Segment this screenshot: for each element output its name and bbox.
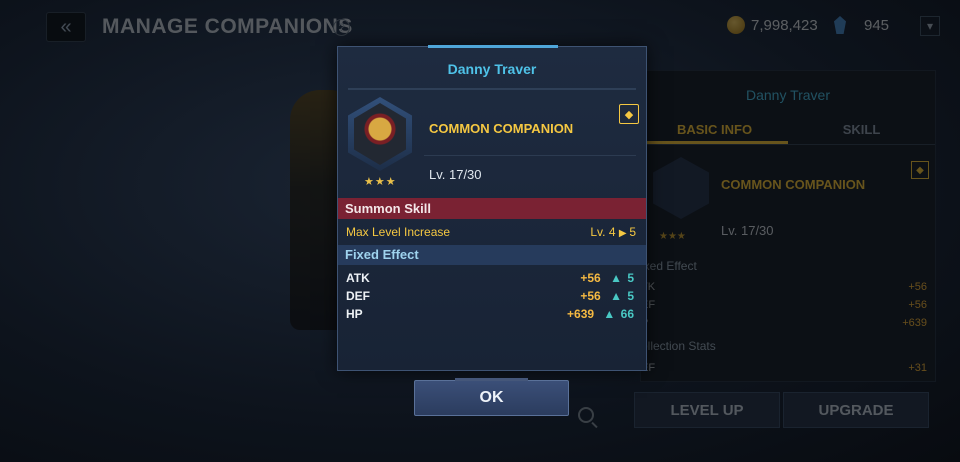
up-arrow-icon: ▲: [610, 271, 622, 285]
stat-row-atk: ATK +56 ▲ 5: [346, 271, 634, 285]
stat-gain: 5: [627, 289, 634, 303]
panel-level: Lv. 17/30: [721, 223, 774, 238]
summon-skill-header: Summon Skill: [338, 198, 646, 219]
stat-gain: 5: [627, 271, 634, 285]
companion-info-panel: Danny Traver BASIC INFO SKILL ◆ COMMON C…: [640, 70, 936, 382]
panel-stat-row: TK +56: [641, 281, 927, 293]
stat-gain: 66: [620, 307, 634, 321]
panel-portrait: [653, 157, 709, 219]
page-title: MANAGE COMPANIONS: [102, 15, 353, 38]
ok-button[interactable]: OK: [414, 378, 569, 416]
level-up-button[interactable]: LEVEL UP: [634, 392, 780, 428]
search-icon[interactable]: [578, 407, 594, 423]
gold-counter: 7,998,423: [727, 16, 818, 34]
stat-label: HP: [346, 307, 363, 321]
modal-title: Danny Traver: [447, 61, 537, 77]
gold-coin-icon: [727, 16, 745, 34]
star-rating: ★★★: [364, 176, 397, 188]
panel-stat-row: EF +56: [641, 299, 927, 311]
divider: [348, 88, 636, 90]
crystal-counter: 945: [834, 16, 889, 34]
panel-stat-row: EF +31: [641, 362, 927, 374]
summon-skill-row: Max Level Increase Lv. 4 ▶ 5: [346, 225, 636, 239]
companion-detail-modal: Danny Traver ★★★ COMMON COMPANION ◆ Lv. …: [337, 45, 647, 371]
panel-tabs: BASIC INFO SKILL: [641, 115, 935, 145]
add-crystal-button[interactable]: ▾: [920, 16, 940, 36]
panel-rarity: COMMON COMPANION: [721, 177, 866, 192]
stat-value: +56: [580, 289, 601, 303]
companion-portrait: [348, 97, 412, 171]
level-label: Lv. 17/30: [429, 167, 482, 182]
panel-companion-name: Danny Traver: [745, 87, 831, 103]
stat-row-def: DEF +56 ▲ 5: [346, 289, 634, 303]
stat-label: DEF: [346, 289, 370, 303]
double-chevron-left-icon: «: [60, 15, 72, 38]
tag-icon[interactable]: ◆: [911, 161, 929, 179]
upgrade-button[interactable]: UPGRADE: [783, 392, 929, 428]
panel-collection-title: ollection Stats: [641, 339, 716, 353]
up-arrow-icon: ▲: [603, 307, 616, 321]
panel-stat-row: P+639: [641, 317, 927, 329]
stat-value: +56: [580, 271, 601, 285]
up-arrow-icon: ▲: [610, 289, 622, 303]
help-icon[interactable]: ?: [333, 19, 350, 36]
skill-name: Max Level Increase: [346, 225, 451, 239]
rarity-label: COMMON COMPANION: [429, 121, 574, 136]
tag-icon[interactable]: ◆: [619, 104, 639, 124]
helmet-portrait-image: [354, 103, 406, 165]
fixed-effect-header: Fixed Effect: [338, 245, 646, 265]
crystal-value: 945: [864, 16, 890, 34]
tab-basic-info[interactable]: BASIC INFO: [641, 115, 788, 144]
divider: [424, 155, 636, 156]
tab-skill[interactable]: SKILL: [788, 115, 935, 144]
stat-label: ATK: [346, 271, 370, 285]
crystal-icon: [834, 16, 846, 34]
skill-value: Lv. 4 ▶ 5: [590, 225, 636, 239]
plus-icon: ▾: [926, 19, 934, 33]
modal-top-accent: [428, 45, 558, 48]
back-button[interactable]: «: [46, 12, 86, 42]
panel-stars: ★★★: [659, 231, 686, 242]
stat-value: +639: [567, 307, 595, 321]
panel-fixed-effect-title: ixed Effect: [641, 259, 697, 273]
stat-row-hp: HP +639 ▲ 66: [346, 307, 634, 321]
arrow-right-icon: ▶: [618, 228, 630, 239]
gold-value: 7,998,423: [751, 16, 818, 34]
